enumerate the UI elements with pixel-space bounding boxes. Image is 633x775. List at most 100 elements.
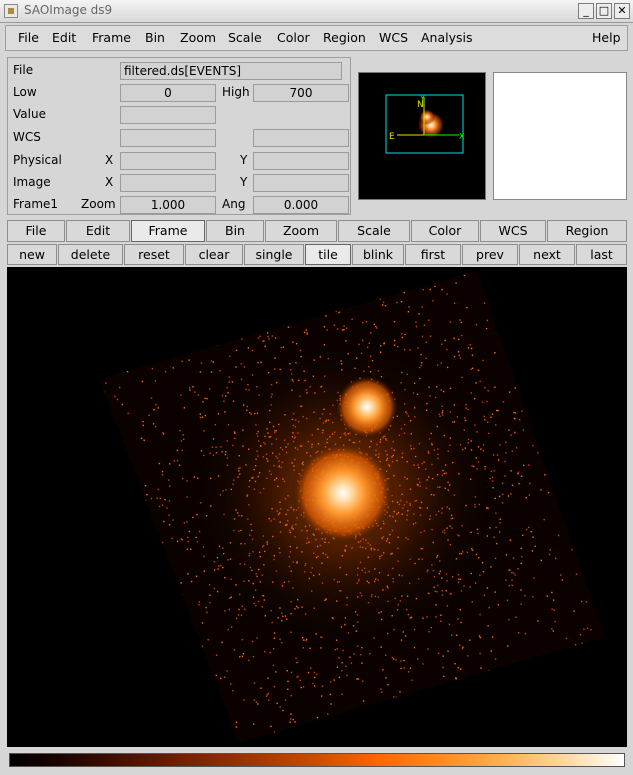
physical-label: Physical bbox=[13, 153, 62, 167]
event-speckle bbox=[294, 721, 296, 723]
maximize-button[interactable]: □ bbox=[596, 3, 612, 19]
menu-zoom[interactable]: Zoom bbox=[180, 30, 216, 45]
event-speckle bbox=[188, 530, 190, 533]
menu-analysis[interactable]: Analysis bbox=[421, 30, 473, 45]
event-speckle bbox=[139, 640, 141, 642]
event-speckle bbox=[156, 497, 158, 499]
event-speckle bbox=[469, 639, 471, 641]
event-speckle bbox=[256, 326, 258, 329]
event-speckle bbox=[467, 655, 469, 657]
event-speckle bbox=[185, 730, 187, 732]
event-speckle bbox=[493, 470, 495, 472]
event-speckle bbox=[209, 601, 211, 604]
event-speckle bbox=[116, 707, 118, 709]
menu-frame[interactable]: Frame bbox=[92, 30, 131, 45]
event-speckle bbox=[425, 341, 427, 344]
button-wcs[interactable]: WCS bbox=[480, 220, 546, 242]
event-speckle bbox=[257, 361, 259, 364]
event-speckle bbox=[495, 424, 497, 426]
button-clear[interactable]: clear bbox=[185, 244, 243, 265]
button-zoom[interactable]: Zoom bbox=[265, 220, 337, 242]
event-speckle bbox=[163, 520, 165, 523]
event-speckle bbox=[140, 295, 143, 298]
event-speckle bbox=[375, 729, 377, 731]
button-last[interactable]: last bbox=[576, 244, 627, 265]
event-speckle bbox=[88, 540, 89, 541]
event-speckle bbox=[265, 745, 266, 746]
button-file[interactable]: File bbox=[7, 220, 65, 242]
event-speckle bbox=[446, 605, 449, 607]
button-bin[interactable]: Bin bbox=[206, 220, 264, 242]
menu-region[interactable]: Region bbox=[323, 30, 366, 45]
event-speckle bbox=[316, 673, 318, 675]
event-speckle bbox=[306, 332, 308, 334]
menu-help[interactable]: Help bbox=[592, 30, 621, 45]
menu-file[interactable]: File bbox=[18, 30, 39, 45]
menu-bin[interactable]: Bin bbox=[145, 30, 165, 45]
event-speckle bbox=[513, 411, 515, 414]
button-prev[interactable]: prev bbox=[462, 244, 518, 265]
menu-wcs[interactable]: WCS bbox=[379, 30, 408, 45]
event-speckle bbox=[187, 654, 189, 656]
frame-label: Frame1 bbox=[13, 197, 59, 211]
event-speckle bbox=[280, 267, 281, 268]
button-scale[interactable]: Scale bbox=[338, 220, 410, 242]
event-speckle bbox=[110, 575, 113, 577]
event-speckle bbox=[573, 436, 575, 438]
button-new[interactable]: new bbox=[7, 244, 57, 265]
event-speckle bbox=[157, 407, 159, 409]
event-speckle bbox=[582, 460, 584, 462]
event-speckle bbox=[512, 321, 515, 323]
image-x-label: X bbox=[105, 175, 114, 189]
button-edit[interactable]: Edit bbox=[66, 220, 130, 242]
button-frame[interactable]: Frame bbox=[131, 220, 205, 242]
event-speckle bbox=[301, 302, 303, 304]
event-speckle bbox=[99, 609, 101, 612]
event-speckle bbox=[208, 584, 211, 586]
event-speckle bbox=[149, 335, 151, 337]
event-speckle bbox=[404, 333, 406, 336]
menu-edit[interactable]: Edit bbox=[52, 30, 76, 45]
button-first[interactable]: first bbox=[405, 244, 461, 265]
event-speckle bbox=[461, 376, 463, 379]
close-button[interactable]: ✕ bbox=[614, 3, 630, 19]
button-delete[interactable]: delete bbox=[58, 244, 123, 265]
panner[interactable]: N E Y X bbox=[358, 72, 486, 200]
menu-scale[interactable]: Scale bbox=[228, 30, 262, 45]
event-speckle bbox=[216, 731, 219, 733]
event-speckle bbox=[106, 414, 109, 416]
event-speckle bbox=[499, 518, 501, 520]
event-speckle bbox=[517, 632, 520, 634]
event-speckle bbox=[189, 673, 191, 675]
event-speckle bbox=[401, 336, 403, 339]
image-canvas[interactable] bbox=[7, 267, 627, 747]
button-region[interactable]: Region bbox=[547, 220, 627, 242]
event-speckle bbox=[196, 541, 198, 543]
event-speckle bbox=[181, 449, 183, 452]
event-speckle bbox=[512, 557, 515, 559]
minimize-button[interactable]: _ bbox=[578, 3, 594, 19]
button-reset[interactable]: reset bbox=[124, 244, 184, 265]
event-speckle bbox=[523, 464, 525, 467]
event-speckle bbox=[423, 324, 426, 326]
event-speckle bbox=[418, 282, 421, 284]
event-speckle bbox=[140, 504, 142, 506]
event-speckle bbox=[341, 670, 343, 672]
event-speckle bbox=[280, 346, 282, 349]
button-single[interactable]: single bbox=[244, 244, 304, 265]
button-blink[interactable]: blink bbox=[352, 244, 404, 265]
menu-color[interactable]: Color bbox=[277, 30, 310, 45]
ang-label: Ang bbox=[222, 197, 246, 211]
event-speckle bbox=[212, 361, 214, 363]
event-speckle bbox=[113, 312, 115, 314]
colorbar[interactable] bbox=[9, 753, 625, 767]
event-speckle bbox=[387, 728, 389, 731]
button-tile[interactable]: tile bbox=[305, 244, 351, 265]
event-speckle bbox=[267, 332, 269, 334]
button-next[interactable]: next bbox=[519, 244, 575, 265]
window-title: SAOImage ds9 bbox=[24, 3, 113, 17]
button-color[interactable]: Color bbox=[411, 220, 479, 242]
event-speckle bbox=[587, 562, 589, 564]
event-speckle bbox=[536, 282, 539, 284]
event-speckle bbox=[198, 601, 200, 603]
